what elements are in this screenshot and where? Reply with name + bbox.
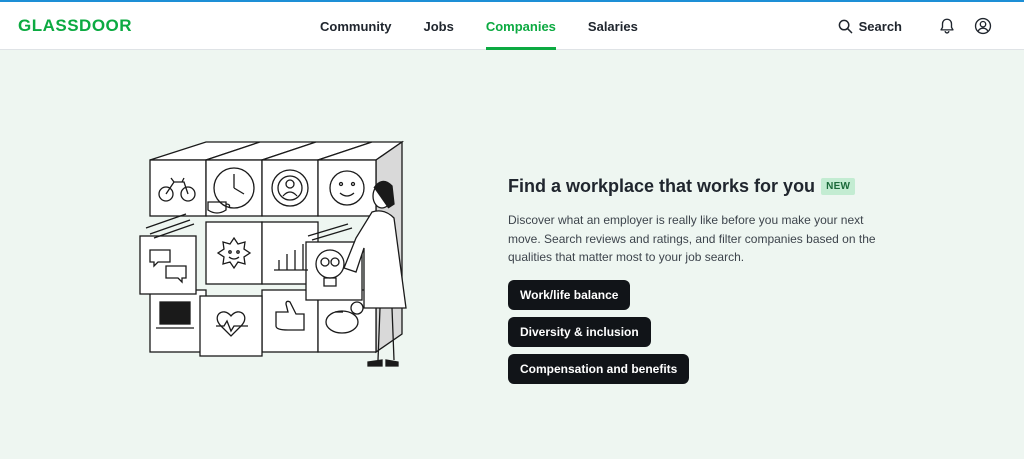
new-badge: NEW: [821, 178, 856, 195]
glassdoor-logo[interactable]: GLASSDOOR: [18, 16, 132, 36]
filter-chips: Work/life balance Diversity & inclusion …: [508, 279, 778, 391]
headline-row: Find a workplace that works for you NEW: [508, 176, 928, 197]
notifications-button[interactable]: [936, 15, 958, 37]
chip-compensation-benefits[interactable]: Compensation and benefits: [508, 353, 690, 384]
user-icon: [974, 17, 992, 35]
search-icon: [838, 19, 852, 33]
account-button[interactable]: [972, 15, 994, 37]
nav-item-companies[interactable]: Companies: [485, 2, 557, 50]
top-navigation-bar: GLASSDOOR Community Jobs Companies Salar…: [0, 0, 1024, 50]
nav-item-salaries[interactable]: Salaries: [588, 2, 638, 50]
header-tools: Search: [838, 2, 994, 50]
search-label: Search: [858, 18, 902, 34]
hero-content: Find a workplace that works for you NEW …: [508, 176, 928, 391]
chip-diversity-inclusion[interactable]: Diversity & inclusion: [508, 316, 651, 347]
workplace-illustration: [136, 138, 416, 374]
nav-item-jobs[interactable]: Jobs: [424, 2, 454, 50]
search-button[interactable]: Search: [838, 19, 902, 34]
bell-icon: [940, 18, 954, 34]
nav-item-community[interactable]: Community: [320, 2, 392, 50]
chip-work-life-balance[interactable]: Work/life balance: [508, 279, 631, 310]
hero-description: Discover what an employer is really like…: [508, 213, 876, 264]
hero-title: Find a workplace that works for you: [508, 176, 816, 196]
main-nav: Community Jobs Companies Salaries: [320, 2, 670, 50]
